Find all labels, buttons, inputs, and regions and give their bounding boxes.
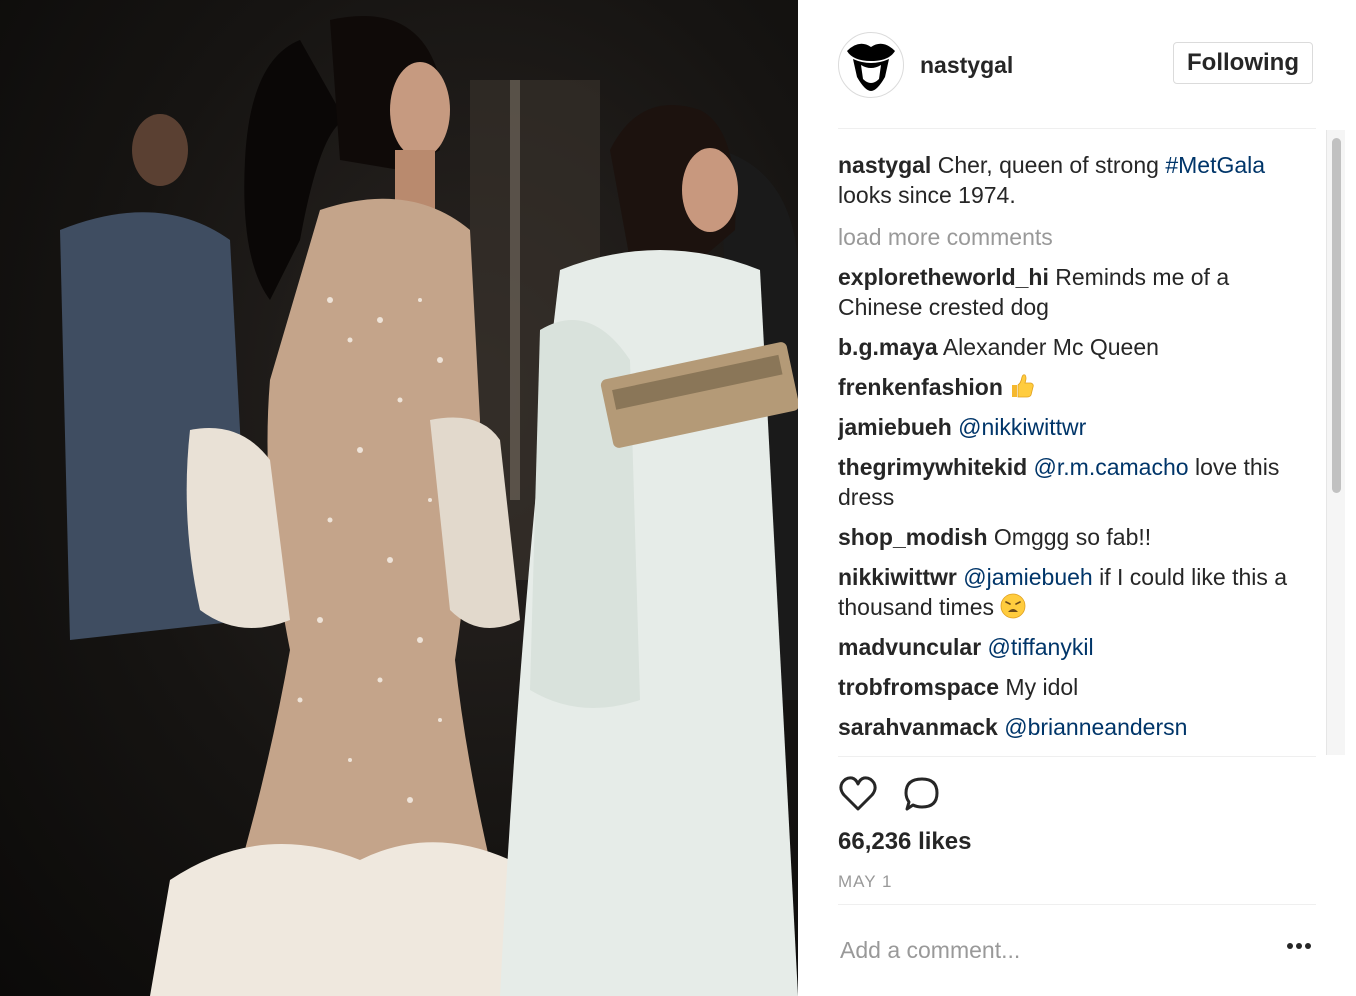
comments-list: nastygal Cher, queen of strong #MetGala … <box>838 150 1298 755</box>
comment-username[interactable]: jamiebueh <box>838 414 952 440</box>
comment-mention[interactable]: @jamiebueh <box>963 564 1092 590</box>
caption-text-after: looks since 1974. <box>838 182 1016 208</box>
following-button[interactable]: Following <box>1173 42 1313 84</box>
comments-scrollbar-thumb[interactable] <box>1332 138 1341 493</box>
more-options-button[interactable] <box>1286 938 1312 956</box>
comments-scrollbar[interactable] <box>1326 130 1345 755</box>
comment-item: thegrimywhitekid @r.m.camacho love this … <box>838 452 1298 512</box>
likes-count[interactable]: 66,236 likes <box>838 828 971 856</box>
comment-username[interactable]: nikkiwittwr <box>838 564 957 590</box>
thumbs-up-icon <box>1012 374 1034 398</box>
caption-hashtag[interactable]: #MetGala <box>1165 152 1265 178</box>
comment-item: madvuncular @tiffanykil <box>838 632 1298 662</box>
header-divider <box>838 128 1316 129</box>
caption-text-before: Cher, queen of strong <box>931 152 1166 178</box>
comment-username[interactable]: exploretheworld_hi <box>838 264 1049 290</box>
comment-item: frenkenfashion <box>838 372 1298 402</box>
comment-text: Omggg so fab!! <box>987 524 1152 550</box>
comment-item: trobfromspace My idol <box>838 672 1298 702</box>
comment-username[interactable]: shop_modish <box>838 524 988 550</box>
post-photo[interactable] <box>0 0 798 996</box>
more-options-icon <box>1287 943 1311 949</box>
post-actions <box>838 775 1038 815</box>
lips-logo-icon <box>847 43 895 91</box>
comment-text: My idol <box>999 674 1079 700</box>
comment-username[interactable]: b.g.maya <box>838 334 938 360</box>
comment-icon <box>904 777 939 811</box>
comments-divider <box>838 756 1316 757</box>
weary-face-icon <box>1000 593 1026 619</box>
comment-username[interactable]: madvuncular <box>838 634 981 660</box>
load-more-comments-link[interactable]: load more comments <box>838 222 1298 252</box>
post-header: nastygal Following <box>838 30 1316 100</box>
comment-item: b.g.maya Alexander Mc Queen <box>838 332 1298 362</box>
comment-item: exploretheworld_hi Reminds me of a Chine… <box>838 262 1298 322</box>
comment-item: nikkiwittwr @jamiebueh if I could like t… <box>838 562 1298 622</box>
comment-mention[interactable]: @r.m.camacho <box>1034 454 1189 480</box>
comment-item: shop_modish Omggg so fab!! <box>838 522 1298 552</box>
comment-mention[interactable]: @nikkiwittwr <box>958 414 1086 440</box>
post-side-panel: nastygal Following nastygal Cher, queen … <box>798 0 1356 996</box>
heart-icon <box>839 776 877 811</box>
post-photo-illustration <box>60 16 798 996</box>
post-caption: nastygal Cher, queen of strong #MetGala … <box>838 150 1298 210</box>
post-date[interactable]: MAY 1 <box>838 872 892 892</box>
comment-username[interactable]: trobfromspace <box>838 674 999 700</box>
comment-username[interactable]: thegrimywhitekid <box>838 454 1027 480</box>
comment-text: Alexander Mc Queen <box>937 334 1159 360</box>
comment-mention[interactable]: @tiffanykil <box>988 634 1094 660</box>
like-button[interactable] <box>838 775 878 818</box>
avatar[interactable] <box>838 32 904 98</box>
caption-username[interactable]: nastygal <box>838 152 931 178</box>
post-author-username[interactable]: nastygal <box>920 52 1013 79</box>
comment-item: sarahvanmack @brianneandersn <box>838 712 1298 742</box>
comment-username[interactable]: sarahvanmack <box>838 714 998 740</box>
add-comment-input[interactable] <box>838 928 1272 972</box>
comment-item: jamiebueh @nikkiwittwr <box>838 412 1298 442</box>
comment-mention[interactable]: @brianneandersn <box>1004 714 1187 740</box>
footer-divider <box>838 904 1316 905</box>
comment-username[interactable]: frenkenfashion <box>838 374 1003 400</box>
comment-button[interactable] <box>902 775 942 818</box>
